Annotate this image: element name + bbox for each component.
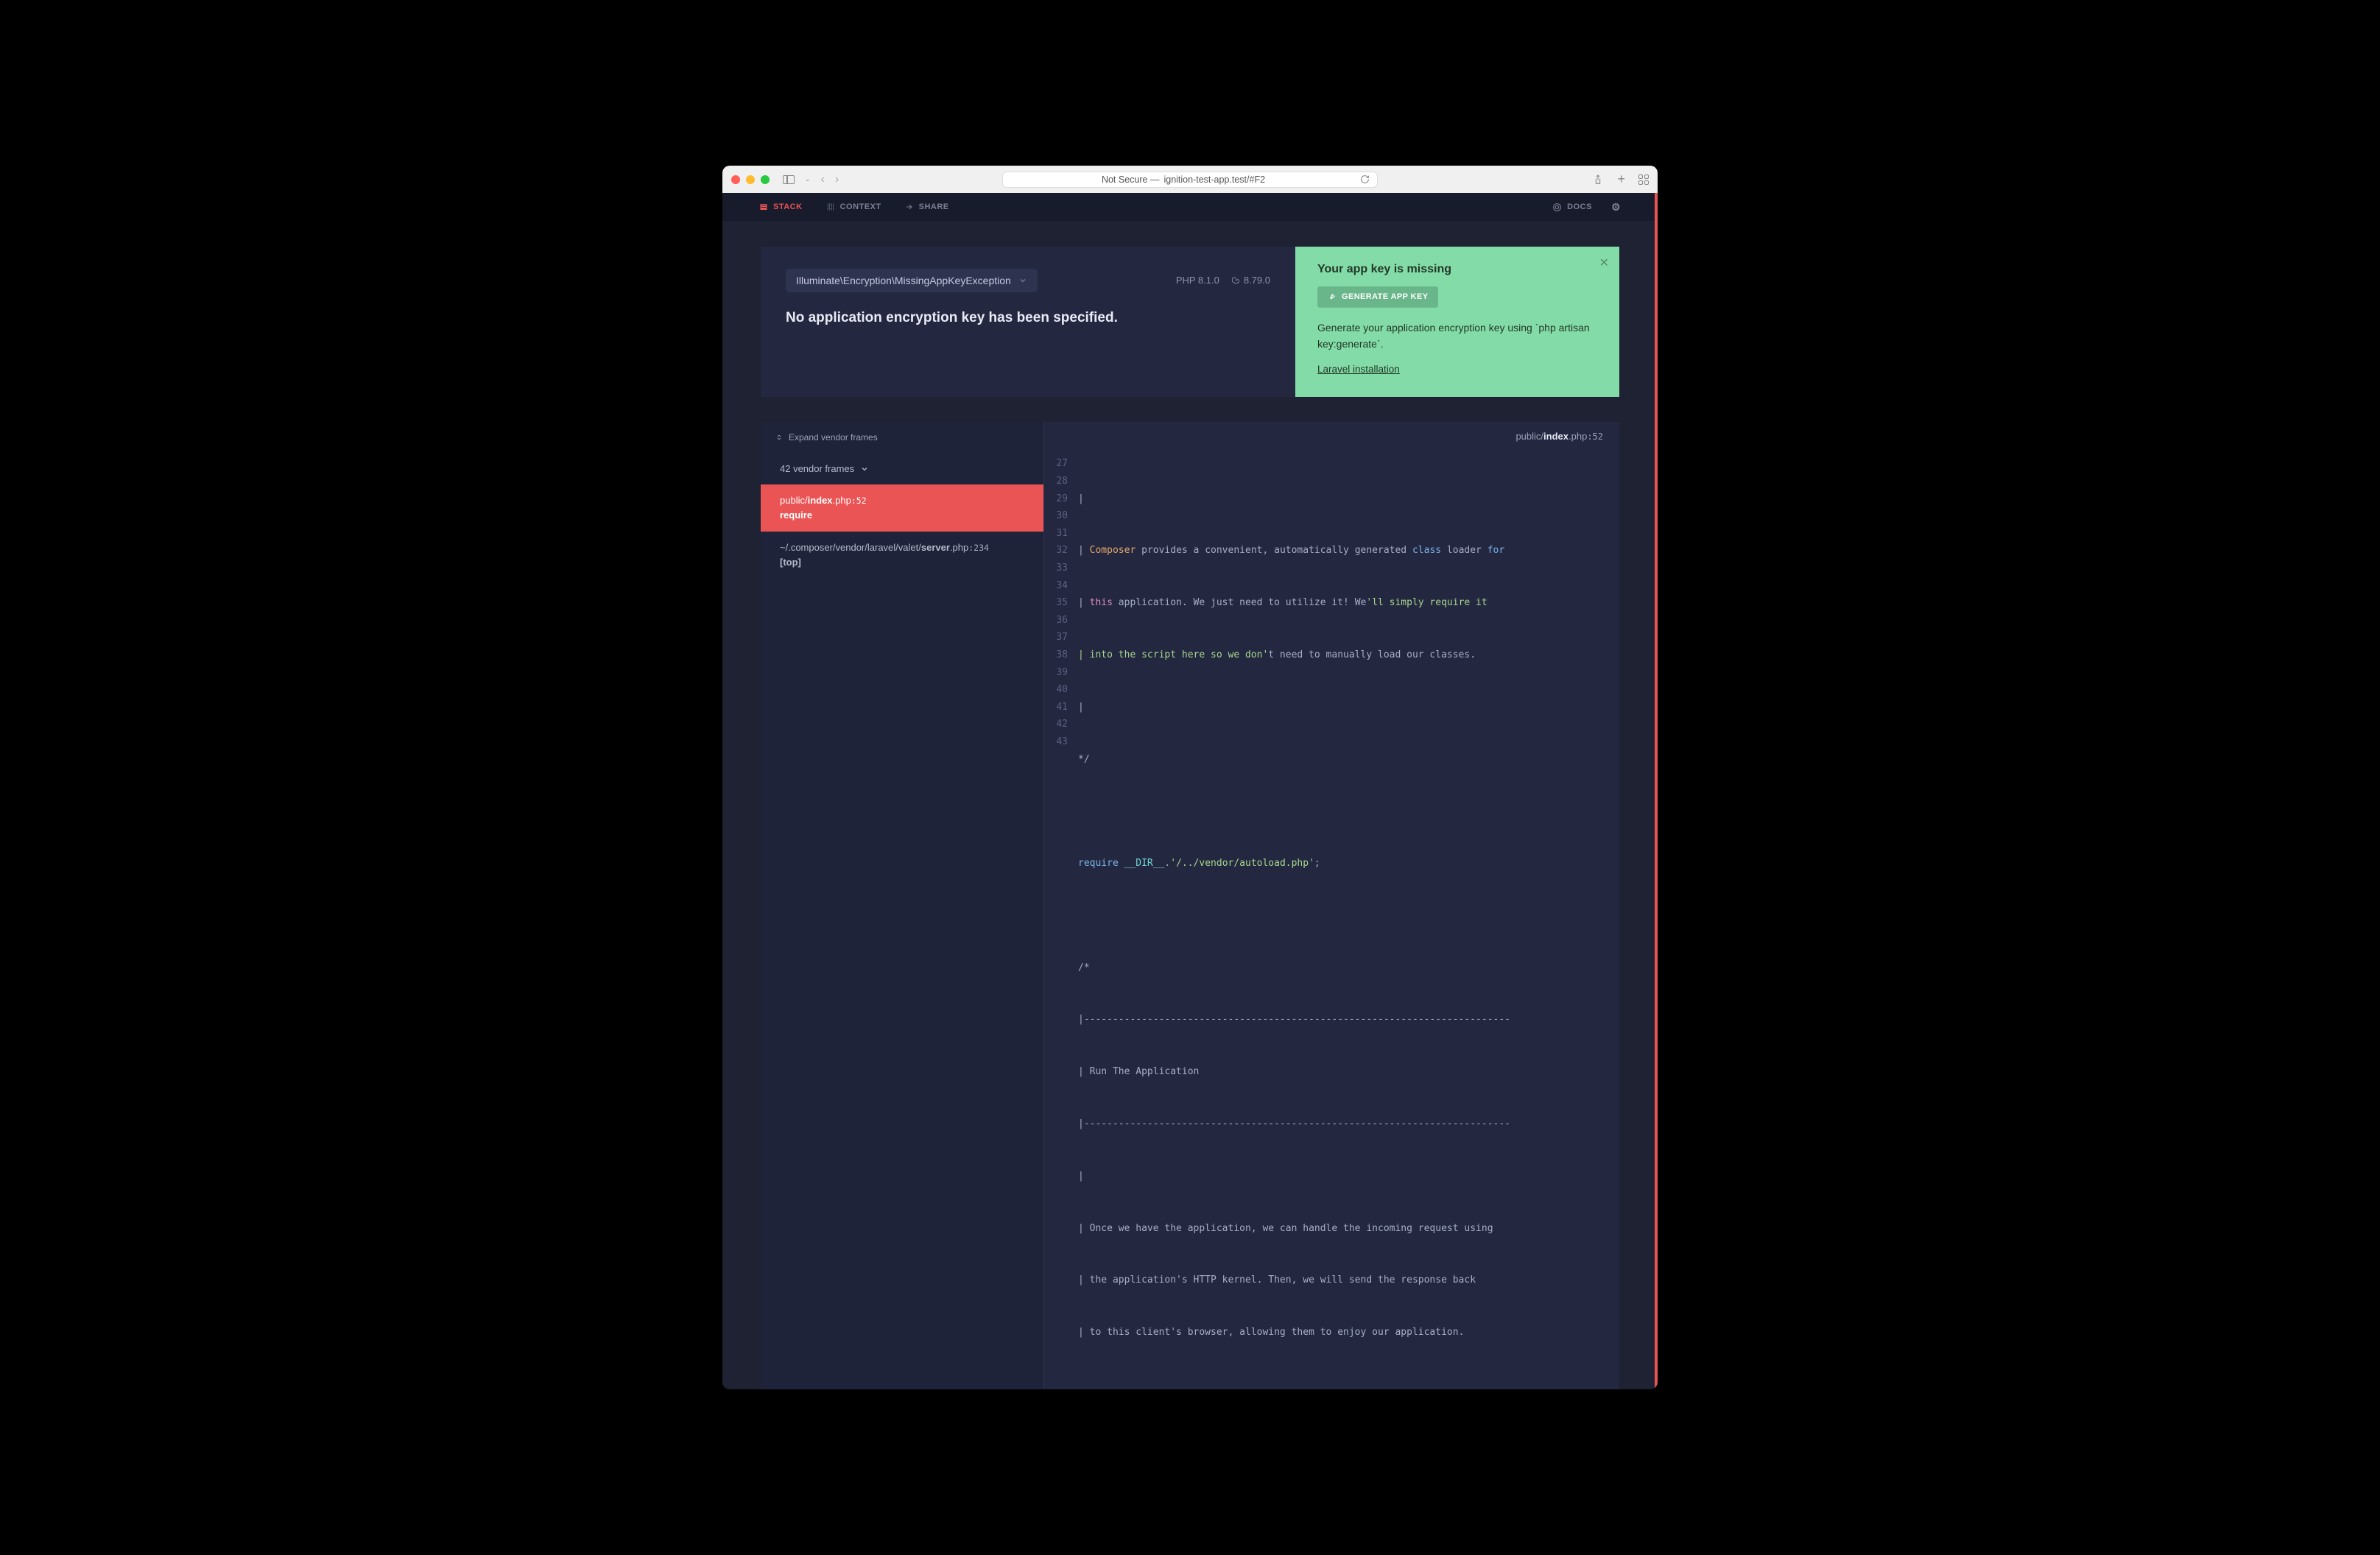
nav-share-label: SHARE (919, 202, 949, 211)
nav-context[interactable]: CONTEXT (826, 202, 881, 211)
tab-overview-icon[interactable] (1638, 174, 1649, 185)
share-icon[interactable] (1592, 174, 1604, 186)
header-meta: PHP 8.1.0 8.79.0 (1176, 275, 1270, 286)
settings-icon[interactable]: ⚙ (1611, 201, 1621, 214)
back-button[interactable]: ‹ (821, 173, 825, 186)
header-section: PHP 8.1.0 8.79.0 Illuminate\Encryption\M… (761, 247, 1619, 397)
context-icon (826, 202, 835, 211)
expand-vendor-label: Expand vendor frames (789, 432, 878, 442)
wrench-icon (1328, 292, 1337, 301)
laravel-icon (1231, 276, 1240, 285)
vendor-frames-group[interactable]: 42 vendor frames (761, 453, 1043, 484)
nav-share[interactable]: SHARE (905, 202, 949, 211)
minimize-window-button[interactable] (746, 175, 755, 184)
expand-vendor-frames[interactable]: Expand vendor frames (761, 422, 1043, 453)
titlebar-controls: ⌄ ‹ › (783, 173, 839, 186)
code-panel: public/index.php:52 27282930313233343536… (1044, 422, 1619, 1389)
forward-button[interactable]: › (835, 173, 839, 186)
stack-section: Expand vendor frames 42 vendor frames pu… (761, 422, 1619, 1389)
error-header: PHP 8.1.0 8.79.0 Illuminate\Encryption\M… (761, 247, 1295, 397)
chevron-down-icon (1018, 276, 1027, 285)
expand-icon (775, 434, 783, 441)
solution-link[interactable]: Laravel installation (1317, 364, 1400, 375)
laravel-version: 8.79.0 (1231, 275, 1270, 286)
frame-function: require (780, 509, 812, 521)
nav-stack[interactable]: STACK (759, 202, 803, 211)
chevron-down-icon[interactable]: ⌄ (805, 175, 811, 183)
close-solution-button[interactable]: ✕ (1599, 255, 1609, 270)
share-nav-icon (905, 202, 914, 211)
reload-icon[interactable] (1360, 174, 1370, 184)
exception-class-text: Illuminate\Encryption\MissingAppKeyExcep… (796, 275, 1011, 286)
stack-icon (759, 202, 768, 211)
maximize-window-button[interactable] (761, 175, 770, 184)
frame-path: ~/.composer/vendor/laravel/valet/server.… (780, 542, 989, 553)
vendor-frames-label: 42 vendor frames (780, 463, 854, 474)
solution-button-label: GENERATE APP KEY (1342, 292, 1428, 301)
close-window-button[interactable] (731, 175, 740, 184)
browser-window: ⌄ ‹ › Not Secure — ignition-test-app.tes… (722, 166, 1658, 1389)
frames-panel: Expand vendor frames 42 vendor frames pu… (761, 422, 1044, 1389)
chevron-down-icon (860, 465, 869, 473)
sidebar-toggle-icon[interactable] (783, 175, 795, 184)
frame-item-active[interactable]: public/index.php:52 require (761, 484, 1043, 532)
address-bar[interactable]: Not Secure — ignition-test-app.test/#F2 (1002, 172, 1378, 188)
top-nav: STACK CONTEXT SHARE DOCS ⚙ (722, 193, 1658, 221)
lifebuoy-icon (1552, 202, 1562, 212)
code-file-header: public/index.php:52 (1044, 422, 1619, 451)
frame-path: public/index.php:52 (780, 495, 867, 506)
solution-card: ✕ Your app key is missing GENERATE APP K… (1295, 247, 1619, 397)
nav-context-label: CONTEXT (840, 202, 881, 211)
address-text-prefix: Not Secure — (1102, 174, 1160, 185)
nav-docs-label: DOCS (1567, 202, 1592, 211)
code-lines: | | Composer provides a convenient, auto… (1078, 455, 1619, 1375)
titlebar-right: + (1592, 172, 1649, 187)
new-tab-button[interactable]: + (1617, 172, 1625, 187)
solution-description: Generate your application encryption key… (1317, 320, 1597, 352)
traffic-lights (731, 175, 770, 184)
solution-title: Your app key is missing (1317, 263, 1597, 276)
titlebar: ⌄ ‹ › Not Secure — ignition-test-app.tes… (722, 166, 1658, 193)
line-gutter: 2728293031323334353637383940414243 (1044, 455, 1078, 1375)
exception-class-chip[interactable]: Illuminate\Encryption\MissingAppKeyExcep… (786, 269, 1038, 292)
frame-function: [top] (780, 557, 801, 568)
address-text: ignition-test-app.test/#F2 (1163, 174, 1265, 185)
generate-app-key-button[interactable]: GENERATE APP KEY (1317, 286, 1438, 307)
code-body: 2728293031323334353637383940414243 | | C… (1044, 451, 1619, 1389)
nav-docs[interactable]: DOCS (1552, 202, 1592, 212)
frame-item[interactable]: ~/.composer/vendor/laravel/valet/server.… (761, 532, 1043, 579)
php-version: PHP 8.1.0 (1176, 275, 1219, 286)
nav-stack-label: STACK (773, 202, 803, 211)
error-message: No application encryption key has been s… (786, 310, 1270, 326)
